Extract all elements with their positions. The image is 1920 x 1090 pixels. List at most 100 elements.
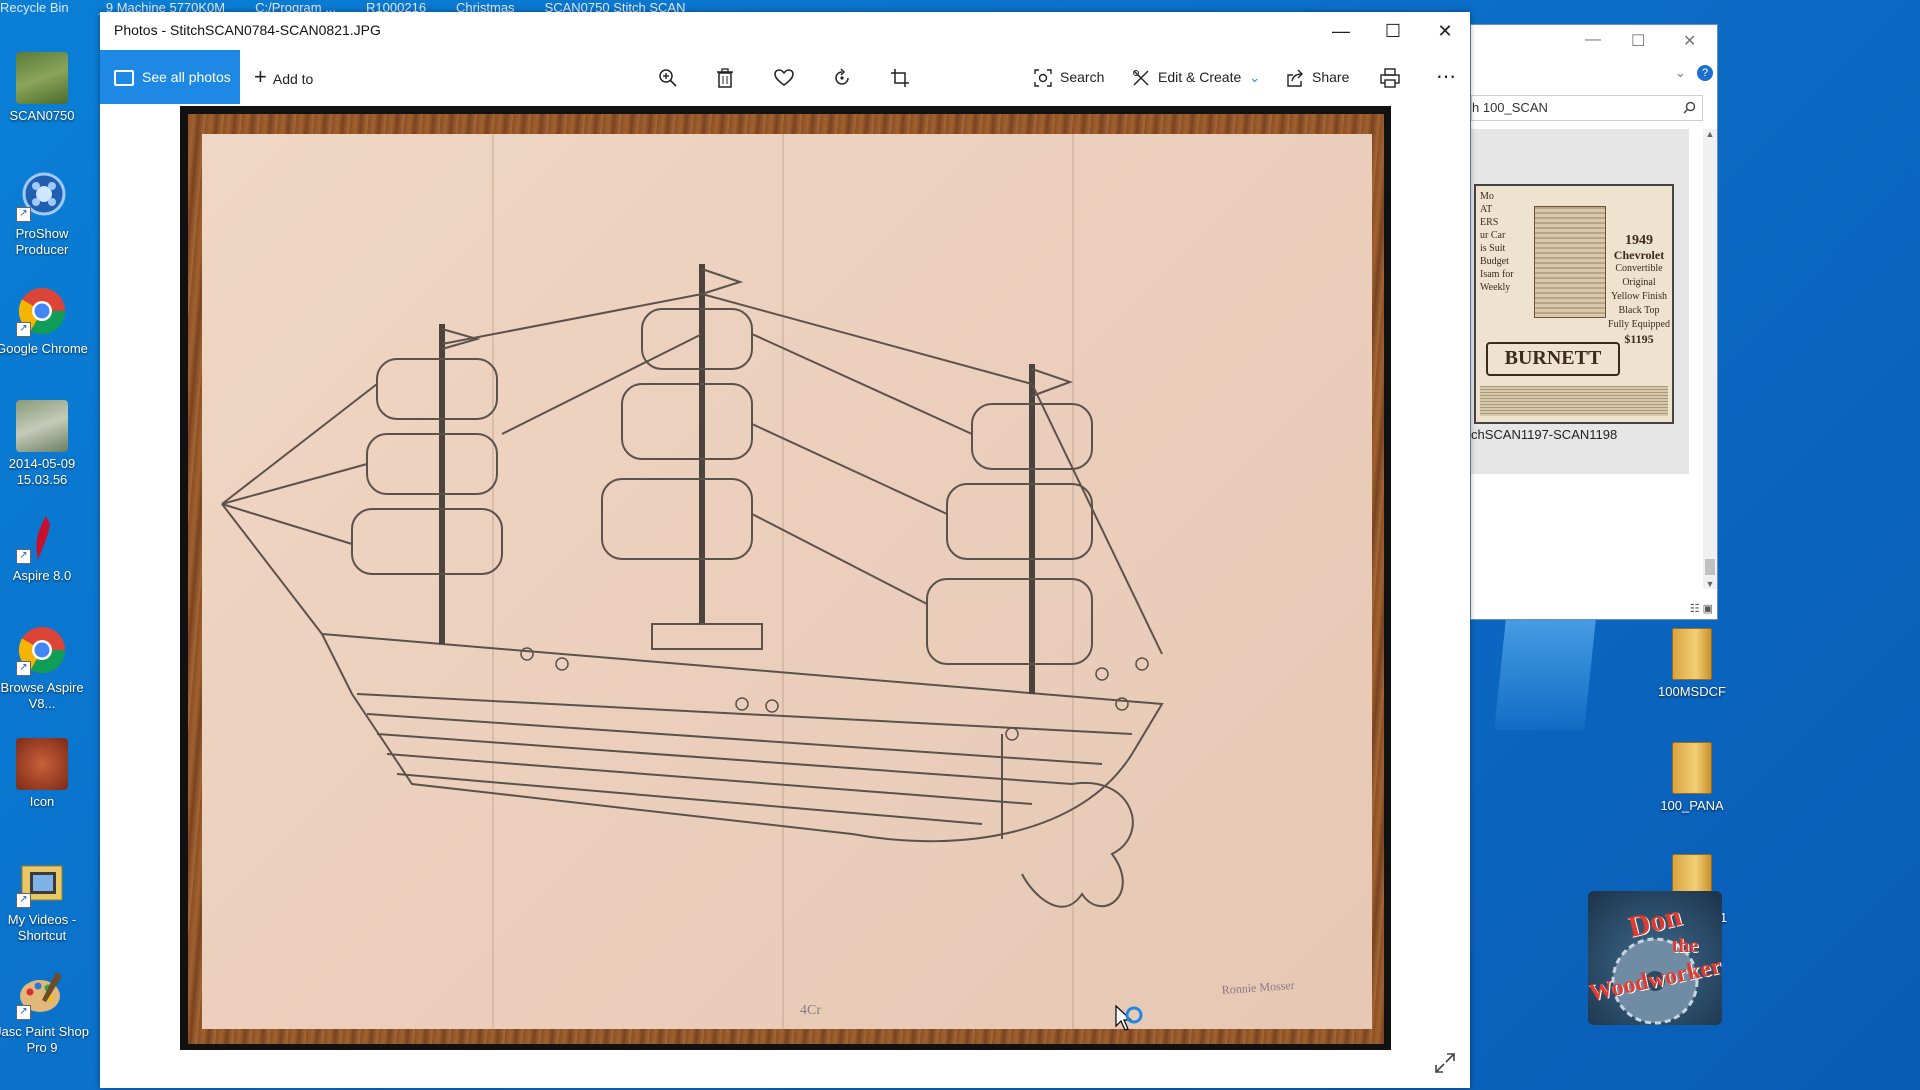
zoom-in-button[interactable] (658, 50, 678, 104)
shortcut-arrow-icon: ↗ (16, 661, 31, 676)
crop-icon (891, 69, 909, 88)
delete-button[interactable] (716, 50, 734, 104)
image-thumbnail-icon (16, 52, 68, 104)
rotate-button[interactable] (832, 50, 852, 104)
zoom-in-icon (659, 69, 677, 87)
folder-icon (1672, 742, 1712, 794)
ad-illustration (1534, 206, 1606, 318)
scroll-down-icon[interactable]: ▼ (1703, 579, 1717, 589)
folder-icon (1672, 628, 1712, 680)
video-folder-icon: ↗ (16, 856, 68, 908)
desktop-icon-label: Aspire 8.0 (12, 568, 72, 583)
more-options-button[interactable]: ⋯ (1436, 50, 1456, 104)
desktop-icon-browse-aspire[interactable]: ↗ Browse Aspire V8... (0, 624, 92, 712)
paper-drawing: 4Cr Ronnie Mosser (202, 134, 1372, 1029)
desktop-icon-label: 100MSDCF (1658, 684, 1726, 699)
search-field[interactable]: h 100_SCAN (1471, 95, 1703, 121)
desktop-icon-my-videos[interactable]: ↗ My Videos - Shortcut (0, 856, 92, 944)
photo-viewer[interactable]: 4Cr Ronnie Mosser (100, 104, 1470, 1088)
svg-text:4Cr: 4Cr (800, 1003, 821, 1018)
edit-create-label: Edit & Create (1158, 69, 1242, 85)
edit-create-button[interactable]: Edit & Create ⌄ (1132, 50, 1260, 104)
desktop-icon-label: ProShow Producer (15, 226, 69, 257)
minimize-icon[interactable]: — (1318, 16, 1364, 46)
maximize-icon[interactable]: ☐ (1631, 31, 1645, 51)
scrollbar-thumb[interactable] (1705, 559, 1715, 575)
trash-icon (717, 68, 733, 89)
desktop-icon-label: 2014-05-09 15.03.56 (8, 456, 76, 487)
desktop-folder-100-pana[interactable]: 100_PANA (1642, 742, 1742, 813)
add-to-button[interactable]: + Add to (254, 50, 313, 104)
mouse-cursor-busy-icon (1115, 1004, 1143, 1031)
file-thumbnail-ad[interactable]: Mo AT ERS ur Car is Suit Budget Isam for Weekly… (1474, 184, 1674, 424)
chrome-icon: ↗ (16, 624, 68, 676)
shortcut-arrow-icon: ↗ (16, 893, 31, 908)
desktop-icon-label: Browse Aspire V8... (0, 680, 84, 711)
heart-icon (774, 69, 794, 87)
desktop-icon-scan0750[interactable]: SCAN0750 (0, 52, 92, 124)
file-caption: chSCAN1197-SCAN1198 (1471, 427, 1618, 442)
toolbar: See all photos + Add to Search Edit & Cre… (100, 50, 1470, 104)
desktop-icon-aspire[interactable]: ↗ Aspire 8.0 (0, 512, 92, 584)
file-explorer-window[interactable]: — ☐ ✕ ⌄ ? h 100_SCAN Mo AT ERS ur Car is Sui… (1470, 24, 1718, 620)
full-screen-icon[interactable] (1434, 1052, 1456, 1074)
chevron-down-icon: ⌄ (1249, 70, 1261, 85)
woodworker-logo-icon (16, 738, 68, 790)
desktop-icon-chrome[interactable]: ↗ Google Chrome (0, 285, 92, 357)
desktop-icon-photo-2014[interactable]: 2014-05-09 15.03.56 (0, 400, 92, 488)
ad-car-text: 1949 Chevrolet Convertible Original Yell… (1608, 233, 1670, 347)
photos-icon (114, 70, 134, 87)
shortcut-arrow-icon: ↗ (16, 207, 31, 222)
window-title: Photos - StitchSCAN0784-SCAN0821.JPG (114, 22, 381, 38)
ad-side-text: Mo AT ERS ur Car is Suit Budget Isam for Weekly (1480, 191, 1514, 293)
desktop-light-ray (1494, 620, 1596, 730)
image-thumbnail-icon (16, 400, 68, 452)
search-button[interactable]: Search (1034, 50, 1104, 104)
woodworker-badge: Don the Woodworker (1588, 891, 1722, 1025)
vertical-scrollbar[interactable]: ▲ ▼ (1703, 129, 1717, 589)
photos-window[interactable]: Photos - StitchSCAN0784-SCAN0821.JPG — ☐… (100, 12, 1470, 1088)
ad-fine-print (1480, 386, 1668, 416)
ship-drawing: 4Cr Ronnie Mosser (221, 264, 1295, 1018)
maximize-icon[interactable]: ☐ (1370, 16, 1416, 46)
search-icon (1683, 101, 1696, 114)
wood-background: 4Cr Ronnie Mosser (188, 114, 1384, 1044)
edit-icon (1133, 70, 1149, 86)
shortcut-arrow-icon: ↗ (16, 549, 31, 564)
print-button[interactable] (1380, 50, 1400, 104)
share-icon (1287, 69, 1303, 87)
desktop-icon-paintshop[interactable]: ↗ Jasc Paint Shop Pro 9 (0, 968, 92, 1056)
desktop-icon-label: SCAN0750 (9, 108, 75, 123)
palette-icon: ↗ (16, 968, 68, 1020)
add-to-label: Add to (272, 71, 314, 87)
see-all-photos-button[interactable]: See all photos (100, 50, 240, 104)
crop-button[interactable] (890, 50, 910, 104)
aspire-icon: ↗ (16, 512, 68, 564)
scroll-up-icon[interactable]: ▲ (1703, 129, 1717, 139)
proshow-icon: ↗ (16, 170, 68, 222)
chevron-down-icon[interactable]: ⌄ (1675, 65, 1686, 81)
desktop-icon-label: 100_PANA (1660, 798, 1724, 813)
search-label: Search (1060, 69, 1105, 85)
rotate-icon (835, 68, 849, 86)
favorite-button[interactable] (774, 50, 794, 104)
share-button[interactable]: Share (1286, 50, 1349, 104)
desktop-folder-100msdcf[interactable]: 100MSDCF (1642, 628, 1742, 699)
minimize-icon[interactable]: — (1585, 31, 1601, 49)
desktop-icon-proshow[interactable]: ↗ ProShow Producer (0, 170, 92, 258)
file-pane[interactable]: Mo AT ERS ur Car is Suit Budget Isam for Weekly… (1471, 129, 1689, 474)
close-icon[interactable]: ✕ (1422, 16, 1468, 46)
share-label: Share (1312, 69, 1350, 85)
close-icon[interactable]: ✕ (1683, 31, 1696, 51)
desktop-icon-icon[interactable]: Icon (0, 738, 92, 810)
help-icon[interactable]: ? (1697, 65, 1713, 81)
desktop-icon-label: My Videos - Shortcut (7, 912, 77, 943)
shortcut-arrow-icon: ↗ (16, 322, 31, 337)
printer-icon (1380, 68, 1400, 88)
badge-text-the: the (1671, 935, 1699, 957)
more-icon: ⋯ (1436, 66, 1456, 88)
plus-icon: + (254, 64, 267, 89)
title-bar[interactable]: Photos - StitchSCAN0784-SCAN0821.JPG — ☐… (100, 12, 1470, 50)
view-toggle-icons[interactable]: ☷ ▣ (1690, 602, 1713, 615)
desktop-icon-label: Google Chrome (0, 341, 88, 356)
